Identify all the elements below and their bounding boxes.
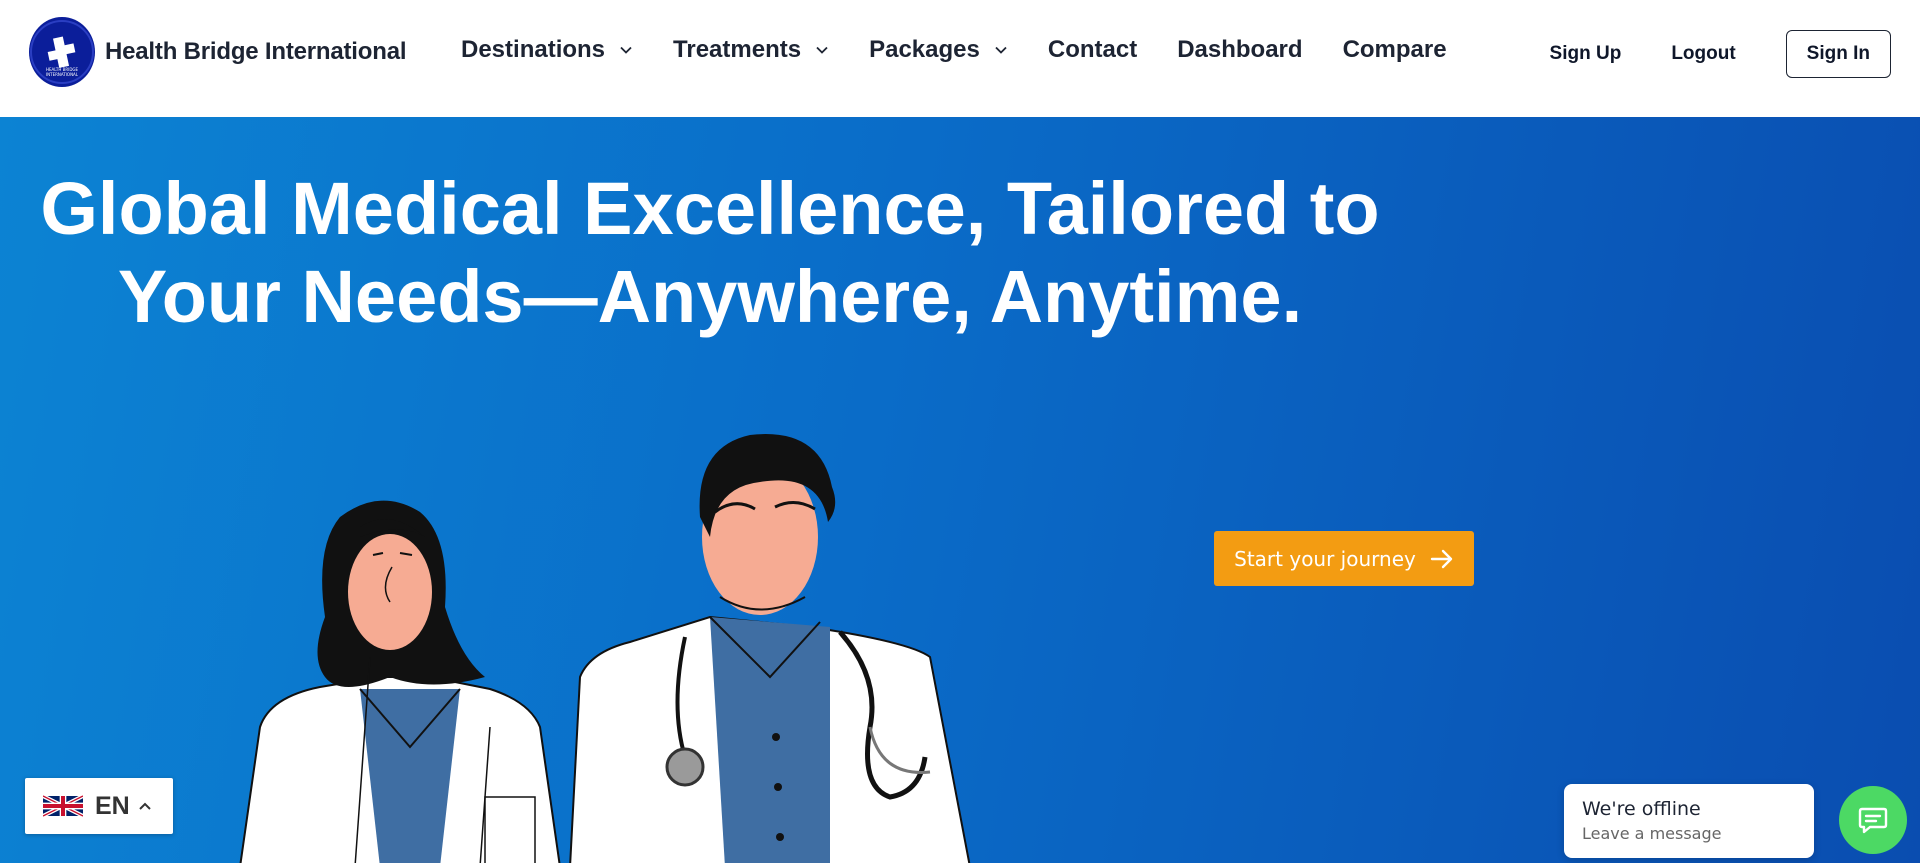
- nav-treatments[interactable]: Treatments: [673, 36, 829, 64]
- chevron-up-icon: [139, 802, 151, 810]
- logout-link[interactable]: Logout: [1671, 43, 1735, 65]
- nav-destinations-label: Destinations: [461, 36, 606, 63]
- nav-packages-label: Packages: [869, 36, 980, 63]
- auth-actions: Sign Up Logout Sign In: [1550, 30, 1891, 78]
- start-journey-button[interactable]: Start your journey: [1214, 531, 1474, 586]
- brand[interactable]: HEALTH BRIDGE INTERNATIONAL Health Bridg…: [29, 17, 407, 87]
- chevron-down-icon: [620, 46, 632, 54]
- chat-launcher-button[interactable]: [1839, 786, 1907, 854]
- language-code: EN: [95, 791, 130, 820]
- nav-destinations[interactable]: Destinations: [461, 36, 633, 64]
- hero-title-line1: Global Medical Excellence, Tailored to: [40, 167, 1380, 250]
- nav-dashboard[interactable]: Dashboard: [1177, 36, 1302, 64]
- sign-up-link[interactable]: Sign Up: [1550, 43, 1622, 65]
- nav-compare[interactable]: Compare: [1343, 36, 1447, 64]
- language-selector[interactable]: EN: [25, 778, 173, 834]
- nav-contact[interactable]: Contact: [1048, 36, 1137, 64]
- chat-status-subtitle: Leave a message: [1582, 824, 1722, 843]
- svg-text:INTERNATIONAL: INTERNATIONAL: [46, 72, 79, 77]
- uk-flag-icon: [43, 794, 83, 818]
- male-doctor: [569, 434, 971, 863]
- brand-name[interactable]: Health Bridge International: [105, 38, 407, 66]
- female-doctor: [239, 500, 561, 863]
- hero-title-line2: Your Needs—Anywhere, Anytime.: [117, 255, 1303, 338]
- chevron-down-icon: [816, 46, 828, 54]
- chat-bubble-icon: [1858, 807, 1888, 834]
- nav-treatments-label: Treatments: [673, 36, 802, 63]
- chat-status-title: We're offline: [1582, 798, 1701, 820]
- site-header: HEALTH BRIDGE INTERNATIONAL Health Bridg…: [0, 0, 1920, 117]
- start-journey-label: Start your journey: [1234, 546, 1416, 571]
- doctors-illustration: [239, 434, 971, 863]
- hero-section: Global Medical Excellence, Tailored to Y…: [0, 117, 1920, 863]
- sign-in-button[interactable]: Sign In: [1785, 30, 1891, 78]
- chat-status-card[interactable]: We're offline Leave a message: [1564, 784, 1814, 858]
- nav-packages[interactable]: Packages: [869, 36, 1008, 64]
- hero-title: Global Medical Excellence, Tailored to Y…: [0, 165, 1420, 341]
- main-nav: Destinations Treatments Packages Contact…: [461, 36, 1487, 64]
- arrow-right-icon: [1430, 549, 1453, 568]
- chevron-down-icon: [995, 46, 1007, 54]
- cross-logo-icon[interactable]: HEALTH BRIDGE INTERNATIONAL: [29, 17, 95, 87]
